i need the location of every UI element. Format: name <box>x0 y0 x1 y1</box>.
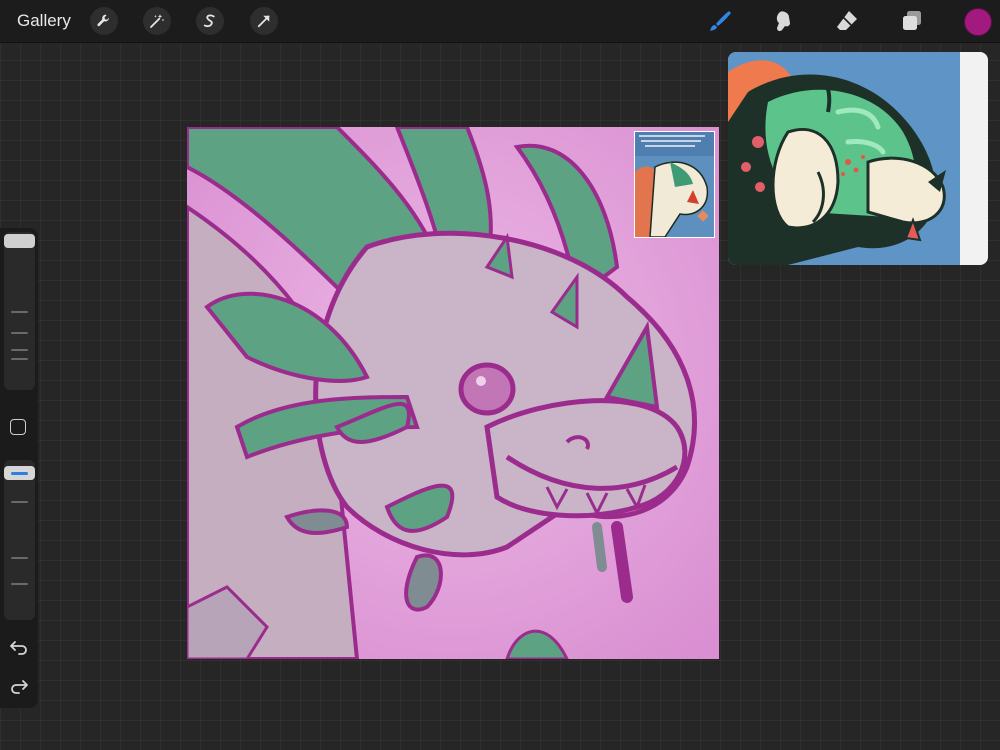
magic-wand-icon[interactable] <box>143 7 171 35</box>
top-toolbar: Gallery <box>0 0 1000 43</box>
slider-tick <box>11 358 28 360</box>
color-picker-swatch[interactable] <box>964 8 992 36</box>
brush-icon[interactable] <box>705 6 735 36</box>
slider-tick <box>11 501 28 503</box>
opacity-thumb[interactable] <box>4 466 35 480</box>
wrench-icon[interactable] <box>90 7 118 35</box>
slider-tick <box>11 583 28 585</box>
slider-tick <box>11 311 28 313</box>
smudge-icon[interactable] <box>768 6 798 36</box>
selection-s-icon[interactable] <box>196 7 224 35</box>
slider-tick <box>11 332 28 334</box>
undo-icon[interactable] <box>9 636 29 656</box>
thumbnail-artwork <box>635 132 714 237</box>
transform-arrow-icon[interactable] <box>250 7 278 35</box>
brush-size-thumb[interactable] <box>4 234 35 248</box>
slider-tick <box>11 557 28 559</box>
eraser-icon[interactable] <box>832 6 862 36</box>
reference-artwork <box>728 52 988 265</box>
sidebar <box>0 228 38 708</box>
opacity-slider[interactable] <box>4 460 35 620</box>
reference-thumbnail[interactable] <box>634 131 715 238</box>
gallery-button[interactable]: Gallery <box>17 11 71 31</box>
reference-window[interactable] <box>728 52 988 265</box>
modify-button[interactable] <box>10 419 26 435</box>
redo-icon[interactable] <box>9 675 29 695</box>
layers-icon[interactable] <box>897 6 927 36</box>
slider-tick <box>11 349 28 351</box>
